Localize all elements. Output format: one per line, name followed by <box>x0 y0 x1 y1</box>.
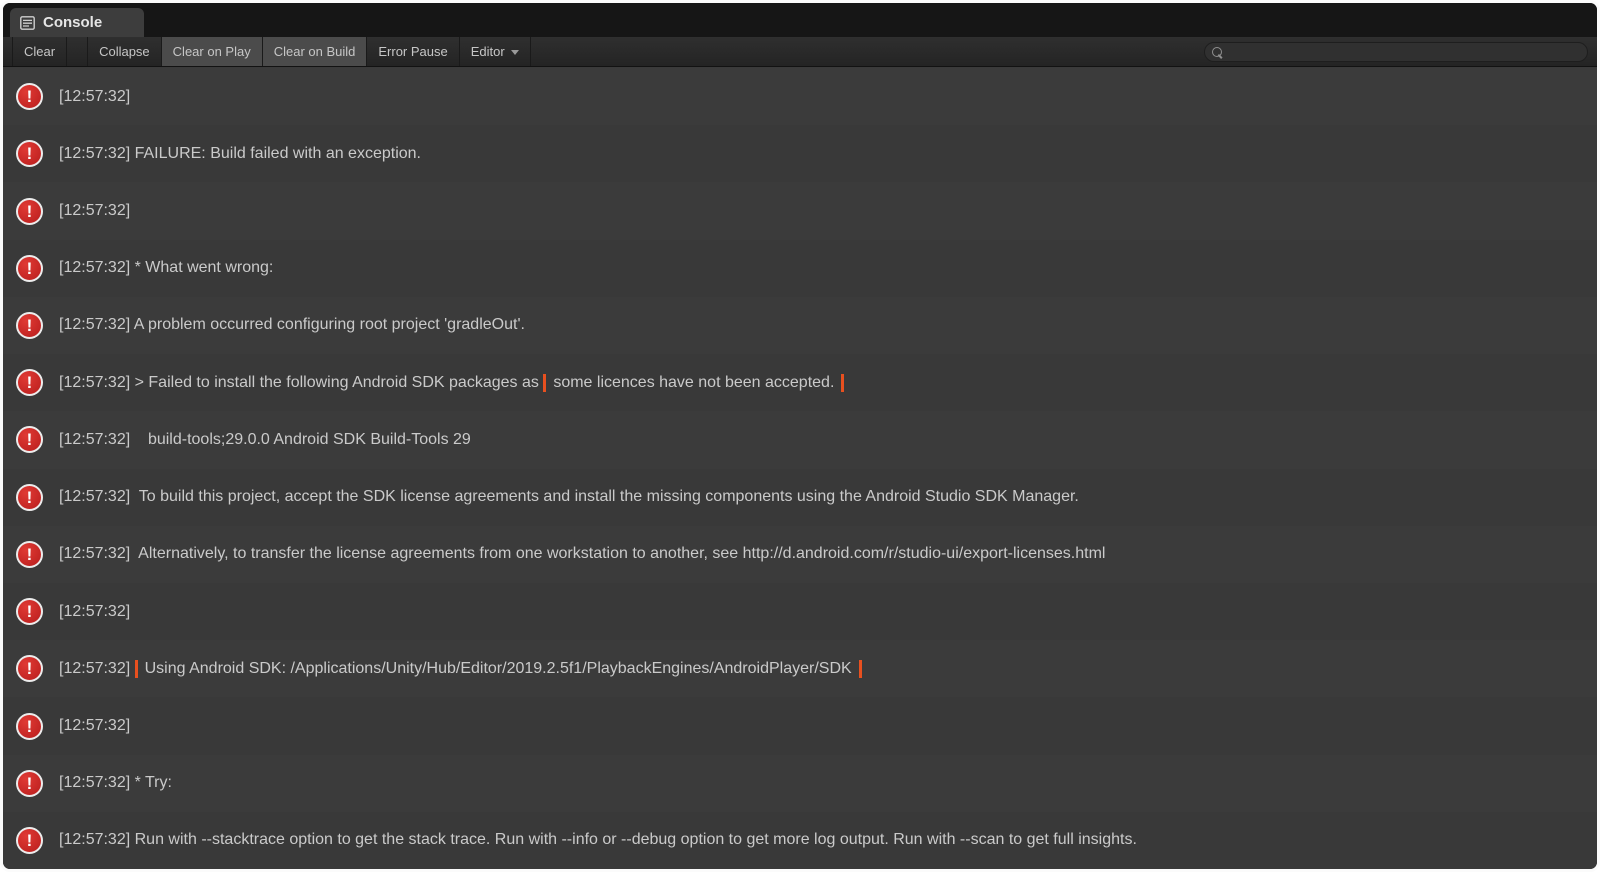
log-message: [12:57:32] > Failed to install the follo… <box>59 374 844 392</box>
error-icon: ! <box>16 827 43 854</box>
log-message: [12:57:32] <box>59 202 130 220</box>
console-log-entry[interactable]: ! [12:57:32] A problem occurred configuri… <box>3 297 1597 354</box>
clear-on-build-label: Clear on Build <box>274 44 356 59</box>
tab-bar: Console <box>3 3 1597 37</box>
console-log-entry[interactable]: ! [12:57:32] Using Android SDK: /Applicat… <box>3 640 1597 697</box>
screen: Console Clear Collapse Clear on Play Cle… <box>0 0 1600 872</box>
console-log-entry[interactable]: ! [12:57:32] > Failed to install the foll… <box>3 354 1597 411</box>
clear-on-play-label: Clear on Play <box>173 44 251 59</box>
log-timestamp: [12:57:32] <box>59 316 130 333</box>
log-message: [12:57:32] Using Android SDK: /Applicati… <box>59 660 862 678</box>
log-timestamp: [12:57:32] <box>59 145 130 162</box>
console-log-entry[interactable]: ! [12:57:32] To build this project, accep… <box>3 469 1597 526</box>
log-message: [12:57:32] * Try: <box>59 774 172 792</box>
log-message: [12:57:32] Run with --stacktrace option … <box>59 831 1137 849</box>
console-log-entry[interactable]: ! [12:57:32] FAILURE: Build failed with a… <box>3 125 1597 182</box>
toolbar-spacer <box>67 37 78 66</box>
console-search <box>1204 42 1588 62</box>
log-timestamp: [12:57:32] <box>59 774 130 791</box>
log-timestamp: [12:57:32] <box>59 488 130 505</box>
error-icon: ! <box>16 655 43 682</box>
log-timestamp: [12:57:32] <box>59 660 130 677</box>
log-timestamp: [12:57:32] <box>59 431 130 448</box>
error-icon: ! <box>16 83 43 110</box>
error-icon: ! <box>16 541 43 568</box>
log-timestamp: [12:57:32] <box>59 259 130 276</box>
log-timestamp: [12:57:32] <box>59 374 130 391</box>
tab-label: Console <box>43 14 102 31</box>
log-timestamp: [12:57:32] <box>59 88 130 105</box>
search-icon <box>1212 47 1224 59</box>
error-pause-label: Error Pause <box>378 44 447 59</box>
clear-on-build-toggle[interactable]: Clear on Build <box>263 37 368 66</box>
log-message: [12:57:32] To build this project, accept… <box>59 488 1079 506</box>
console-toolbar: Clear Collapse Clear on Play Clear on Bu… <box>3 37 1597 67</box>
console-list: ! [12:57:32]! [12:57:32] FAILURE: Build fa… <box>3 68 1597 869</box>
error-icon: ! <box>16 598 43 625</box>
console-log-entry[interactable]: ! [12:57:32] * Try: <box>3 755 1597 812</box>
collapse-toggle[interactable]: Collapse <box>87 37 162 66</box>
clear-button-label: Clear <box>24 44 55 59</box>
clear-button[interactable]: Clear <box>12 37 67 66</box>
log-message: [12:57:32] * What went wrong: <box>59 259 273 277</box>
editor-dropdown[interactable]: Editor <box>460 37 531 66</box>
error-icon: ! <box>16 713 43 740</box>
annotation-highlight-box: Using Android SDK: /Applications/Unity/H… <box>135 660 862 678</box>
console-log-entry[interactable]: ! [12:57:32] <box>3 182 1597 239</box>
error-icon: ! <box>16 369 43 396</box>
error-icon: ! <box>16 255 43 282</box>
error-icon: ! <box>16 484 43 511</box>
error-icon: ! <box>16 198 43 225</box>
console-log-entry[interactable]: ! [12:57:32] <box>3 583 1597 640</box>
search-input[interactable] <box>1231 45 1587 59</box>
log-timestamp: [12:57:32] <box>59 202 130 219</box>
collapse-toggle-label: Collapse <box>99 44 150 59</box>
error-pause-toggle[interactable]: Error Pause <box>367 37 459 66</box>
console-log-entry[interactable]: ! [12:57:32] Alternatively, to transfer t… <box>3 526 1597 583</box>
log-message: [12:57:32] <box>59 603 130 621</box>
log-message: [12:57:32] build-tools;29.0.0 Android SD… <box>59 431 471 449</box>
log-timestamp: [12:57:32] <box>59 545 130 562</box>
clear-on-play-toggle[interactable]: Clear on Play <box>162 37 263 66</box>
error-icon: ! <box>16 426 43 453</box>
log-timestamp: [12:57:32] <box>59 603 130 620</box>
error-icon: ! <box>16 312 43 339</box>
console-log-entry[interactable]: ! [12:57:32] <box>3 697 1597 754</box>
console-window: Console Clear Collapse Clear on Play Cle… <box>0 0 1600 872</box>
log-message: [12:57:32] Alternatively, to transfer th… <box>59 545 1105 563</box>
log-message: [12:57:32] A problem occurred configurin… <box>59 316 525 334</box>
error-icon: ! <box>16 770 43 797</box>
chevron-down-icon <box>511 50 519 55</box>
console-log-entry[interactable]: ! [12:57:32] Run with --stacktrace option… <box>3 812 1597 869</box>
log-message: [12:57:32] <box>59 717 130 735</box>
log-timestamp: [12:57:32] <box>59 831 130 848</box>
console-log-entry[interactable]: ! [12:57:32] <box>3 68 1597 125</box>
log-timestamp: [12:57:32] <box>59 717 130 734</box>
annotation-highlight-box: some licences have not been accepted. <box>543 374 844 392</box>
console-icon <box>20 16 35 30</box>
tab-console[interactable]: Console <box>10 8 144 37</box>
console-log-entry[interactable]: ! [12:57:32] build-tools;29.0.0 Android S… <box>3 411 1597 468</box>
console-log-entry[interactable]: ! [12:57:32] * What went wrong: <box>3 240 1597 297</box>
editor-dropdown-label: Editor <box>471 44 505 59</box>
log-message: [12:57:32] <box>59 88 130 106</box>
error-icon: ! <box>16 140 43 167</box>
log-message: [12:57:32] FAILURE: Build failed with an… <box>59 145 421 163</box>
